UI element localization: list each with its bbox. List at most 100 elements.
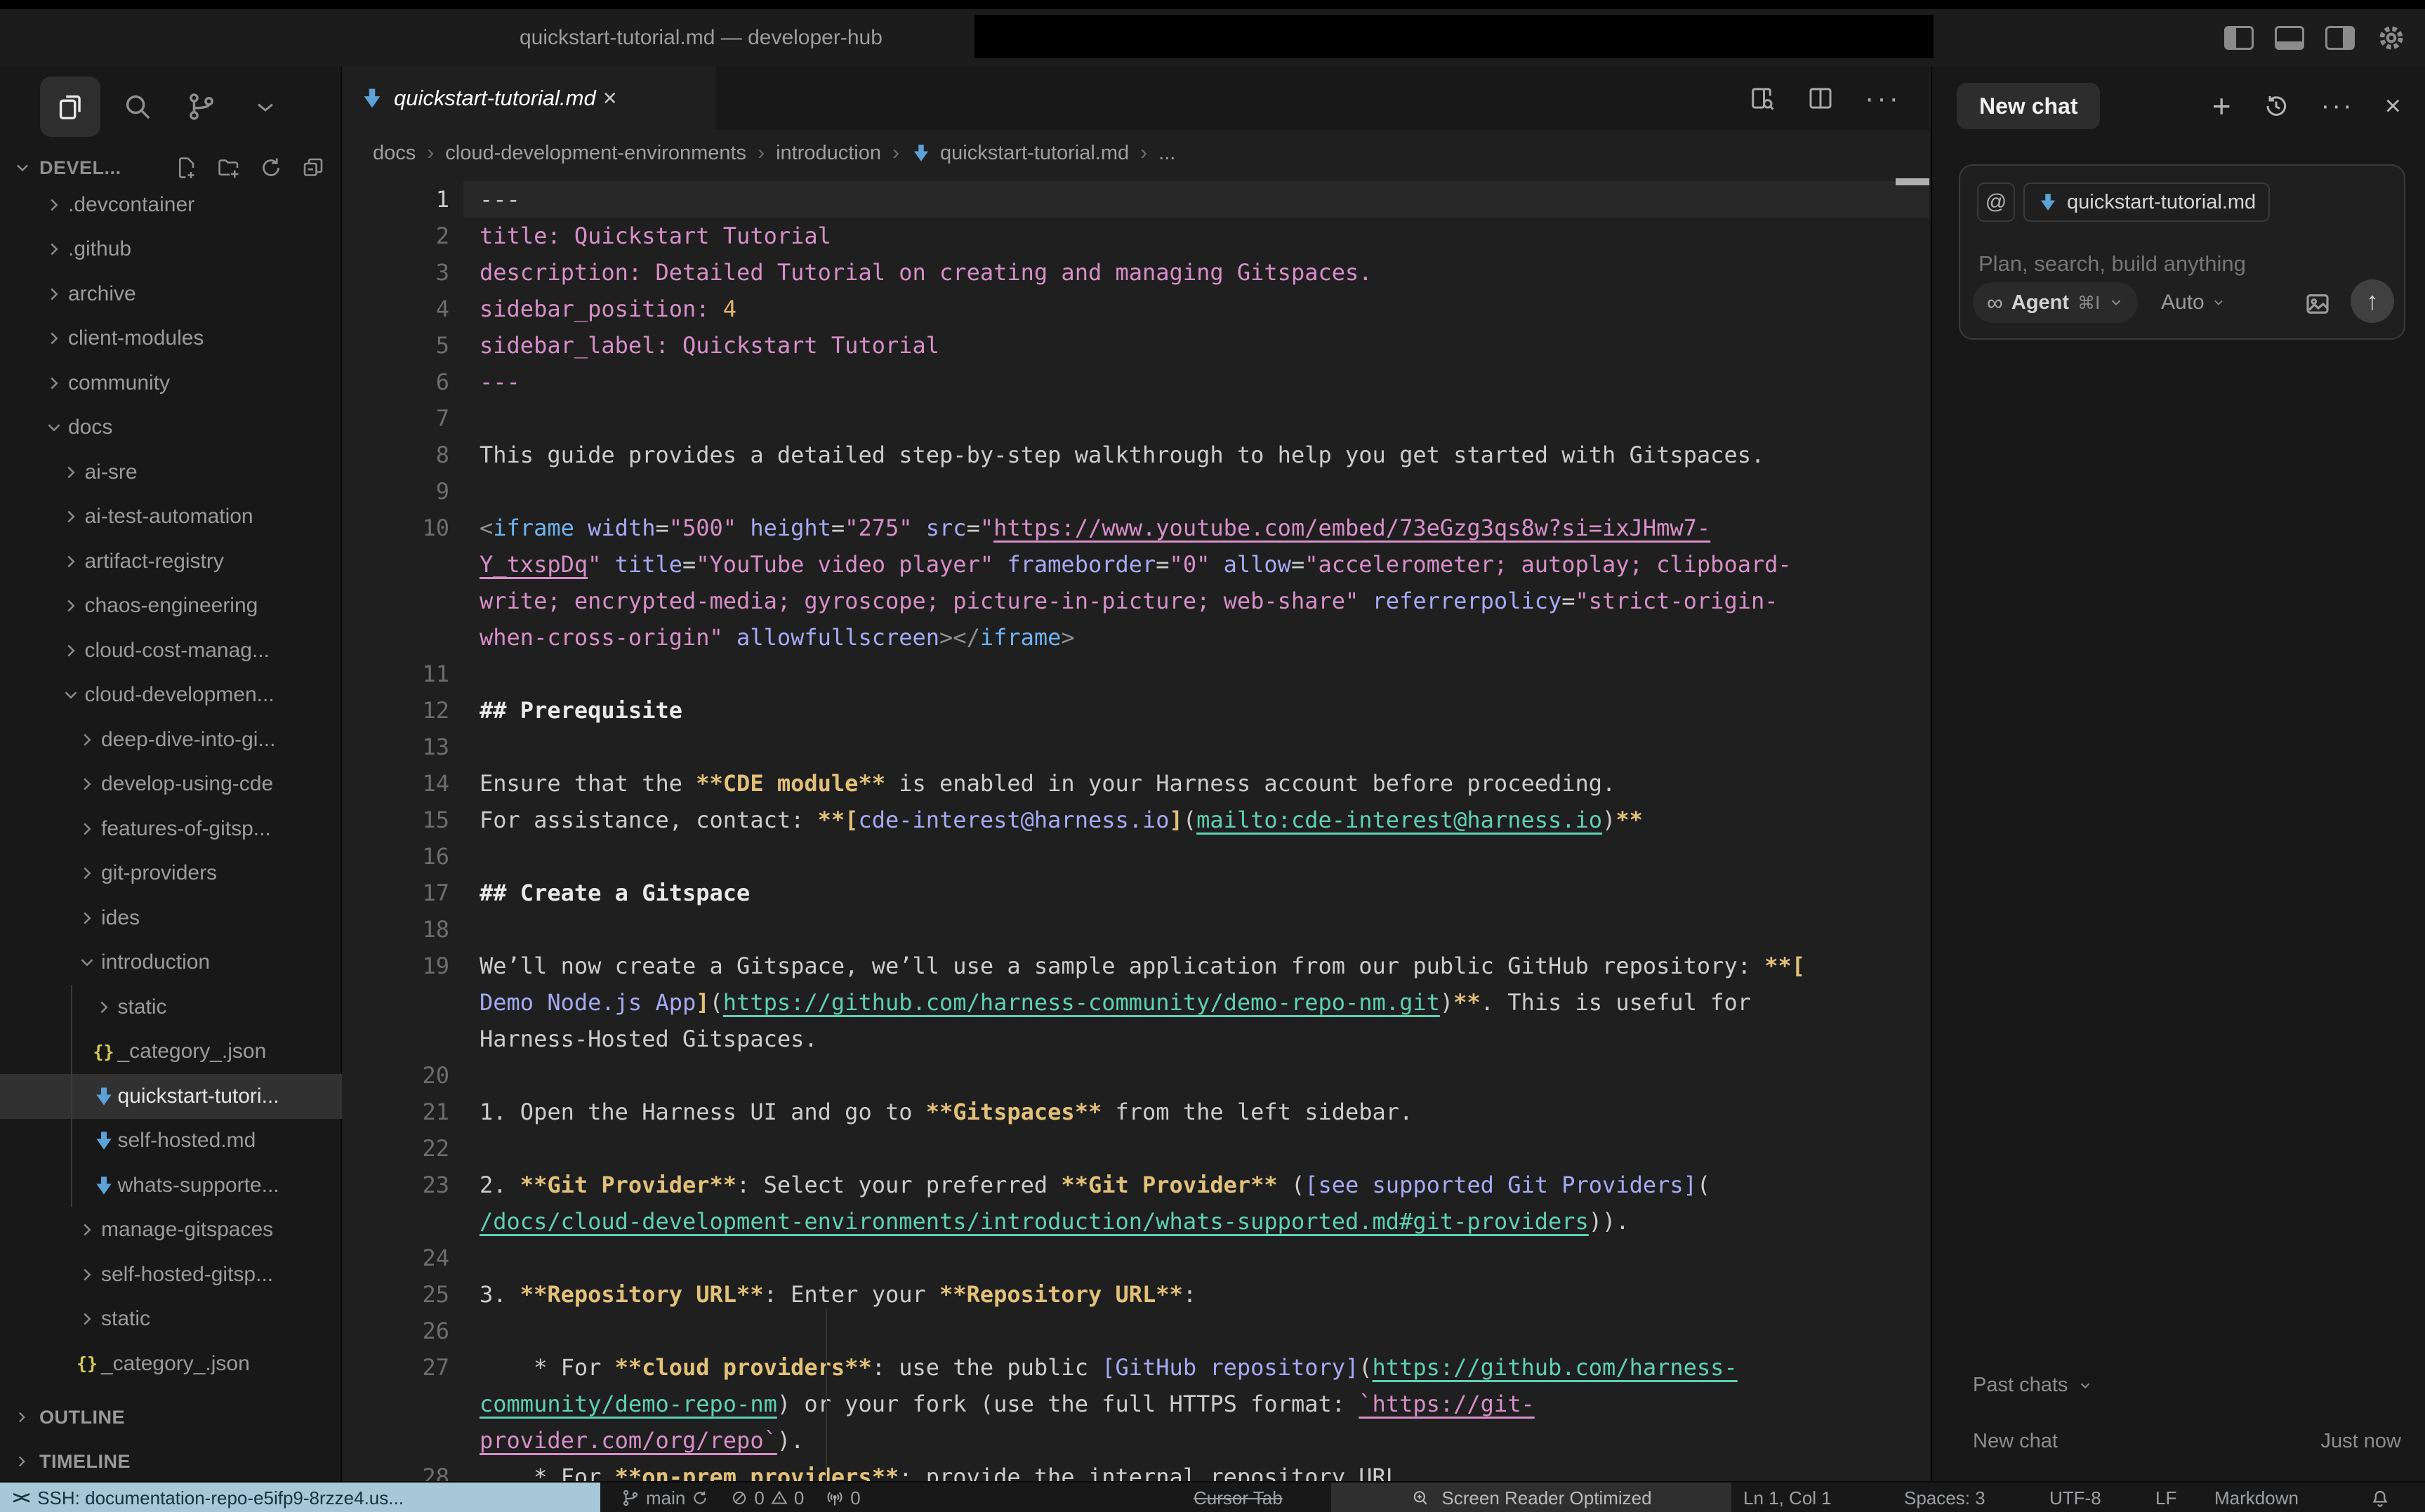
code-line[interactable]: 14Ensure that the ​**CDE module**​ is en… xyxy=(342,765,1929,802)
eol-status[interactable]: LF xyxy=(2155,1483,2176,1512)
notifications-bell-icon[interactable] xyxy=(2370,1488,2391,1512)
chat-history-item[interactable]: New chat Just now xyxy=(1973,1430,2401,1453)
tree-item[interactable]: docs xyxy=(0,406,342,451)
breadcrumb-docs[interactable]: docs xyxy=(373,142,416,165)
code-line[interactable]: 20 xyxy=(342,1057,1929,1094)
history-icon[interactable] xyxy=(2262,92,2290,120)
code-line[interactable]: 253. ​**Repository URL**​: Enter your ​*… xyxy=(342,1276,1929,1313)
chat-input[interactable]: @ quickstart-tutorial.md Plan, search, b… xyxy=(1959,164,2405,340)
tree-item[interactable]: ai-sre xyxy=(0,450,342,495)
toggle-secondary-sidebar-icon[interactable] xyxy=(2325,26,2355,50)
code-line[interactable]: 11 xyxy=(342,656,1929,692)
attach-image-icon[interactable] xyxy=(2303,289,2332,319)
tree-item[interactable]: deep-dive-into-gi... xyxy=(0,717,342,762)
close-tab-icon[interactable]: × xyxy=(603,85,617,112)
agent-mode-selector[interactable]: ∞ Agent ⌘I xyxy=(1973,282,2138,323)
tab-quickstart-tutorial[interactable]: quickstart-tutorial.md × xyxy=(342,67,716,130)
toggle-panel-icon[interactable] xyxy=(2275,26,2304,50)
tree-item[interactable]: introduction xyxy=(0,941,342,986)
code-line[interactable]: 211. Open the Harness UI and go to ​**Gi… xyxy=(342,1094,1929,1130)
tree-item[interactable]: cloud-developmen... xyxy=(0,673,342,718)
collapse-all-icon[interactable] xyxy=(300,155,326,180)
editor[interactable]: 1---2title: Quickstart Tutorial3descript… xyxy=(342,176,1929,1481)
tree-item[interactable]: cloud-cost-manag... xyxy=(0,628,342,673)
more-views-chevron-icon[interactable] xyxy=(235,77,296,137)
context-file-chip[interactable]: quickstart-tutorial.md xyxy=(2023,183,2270,222)
tree-item[interactable]: static xyxy=(0,1297,342,1342)
tree-item[interactable]: .devcontainer xyxy=(0,183,342,227)
code-line[interactable]: 10<​iframe​ ​width​=​"500"​ ​height​=​"2… xyxy=(342,510,1929,656)
encoding-status[interactable]: UTF-8 xyxy=(2049,1483,2101,1512)
sidebar-section-outline[interactable]: OUTLINE xyxy=(0,1395,342,1439)
more-actions-icon[interactable]: ··· xyxy=(1865,91,1901,105)
explorer-icon[interactable] xyxy=(40,77,100,137)
settings-gear-icon[interactable] xyxy=(2376,22,2407,53)
tree-item[interactable]: community xyxy=(0,361,342,406)
code-line[interactable]: 15For assistance, contact: ​**​[​cde-int… xyxy=(342,802,1929,838)
code-line[interactable]: 12## Prerequisite xyxy=(342,692,1929,729)
code-line[interactable]: 28 * For ​**on-prem providers**​: provid… xyxy=(342,1459,1929,1481)
code-line[interactable]: 27 * For ​**cloud providers**​: use the … xyxy=(342,1349,1929,1459)
indentation-status[interactable]: Spaces: 3 xyxy=(1904,1483,1985,1512)
new-folder-icon[interactable] xyxy=(216,155,242,180)
tree-item[interactable]: static xyxy=(0,985,342,1030)
ports-status[interactable]: 0 xyxy=(825,1487,860,1509)
tree-item[interactable]: self-hosted-gitsp... xyxy=(0,1252,342,1297)
code-line[interactable]: 9 xyxy=(342,473,1929,510)
breadcrumb-introduction[interactable]: introduction xyxy=(776,142,881,165)
code-line[interactable]: 18 xyxy=(342,911,1929,948)
code-line[interactable]: 1--- xyxy=(342,181,1929,218)
more-icon[interactable]: ··· xyxy=(2321,101,2354,111)
tree-item[interactable]: client-modules xyxy=(0,317,342,362)
open-preview-icon[interactable] xyxy=(1747,84,1776,113)
source-control-icon[interactable] xyxy=(171,77,232,137)
add-context-button[interactable]: @ xyxy=(1977,183,2015,222)
remote-indicator[interactable]: >< SSH: documentation-repo-e5ifp9-8rzze4… xyxy=(0,1483,600,1512)
tree-item[interactable]: artifact-registry xyxy=(0,539,342,584)
breadcrumb-cde[interactable]: cloud-development-environments xyxy=(445,142,746,165)
code-line[interactable]: 8This guide provides a detailed step-by-… xyxy=(342,437,1929,473)
model-selector[interactable]: Auto xyxy=(2161,282,2226,323)
chat-tab-new-chat[interactable]: New chat xyxy=(1957,83,2100,129)
tree-item[interactable]: archive xyxy=(0,272,342,317)
code-line[interactable]: 6--- xyxy=(342,364,1929,400)
tree-item[interactable]: develop-using-cde xyxy=(0,762,342,807)
code-line[interactable]: 13 xyxy=(342,729,1929,765)
breadcrumb-symbol[interactable]: ... xyxy=(1158,142,1175,165)
cursor-tab-status[interactable]: Cursor Tab xyxy=(1194,1483,1283,1512)
code-line[interactable]: 16 xyxy=(342,838,1929,875)
tree-item[interactable]: quickstart-tutori... xyxy=(0,1074,342,1119)
code-line[interactable]: 4sidebar_position: ​4 xyxy=(342,291,1929,327)
tree-item[interactable]: {}_category_.json xyxy=(0,1030,342,1075)
code-line[interactable]: 19We’ll now create a Gitspace, we’ll use… xyxy=(342,948,1929,1057)
sidebar-section-timeline[interactable]: TIMELINE xyxy=(0,1440,342,1483)
code-line[interactable]: 3description: Detailed Tutorial on creat… xyxy=(342,254,1929,291)
code-line[interactable]: 26 xyxy=(342,1313,1929,1349)
cursor-position-status[interactable]: Ln 1, Col 1 xyxy=(1743,1483,1832,1512)
code-line[interactable]: 7 xyxy=(342,400,1929,437)
code-line[interactable]: 17## Create a Gitspace xyxy=(342,875,1929,911)
tree-item[interactable]: whats-supporte... xyxy=(0,1163,342,1208)
tree-item[interactable]: ides xyxy=(0,896,342,941)
code-line[interactable]: 232. ​**Git Provider**​: Select your pre… xyxy=(342,1167,1929,1240)
send-button[interactable]: ↑ xyxy=(2351,279,2394,323)
new-file-icon[interactable] xyxy=(174,155,199,180)
toggle-primary-sidebar-icon[interactable] xyxy=(2224,26,2254,50)
git-branch-status[interactable]: main xyxy=(621,1487,709,1509)
code-line[interactable]: 24 xyxy=(342,1240,1929,1276)
split-editor-icon[interactable] xyxy=(1806,84,1835,113)
breadcrumb-file[interactable]: quickstart-tutorial.md xyxy=(940,142,1129,165)
screen-reader-status[interactable]: Screen Reader Optimized xyxy=(1331,1483,1731,1512)
new-chat-icon[interactable]: + xyxy=(2212,90,2231,122)
refresh-icon[interactable] xyxy=(258,155,284,180)
code-line[interactable]: 22 xyxy=(342,1130,1929,1167)
tree-item[interactable]: features-of-gitsp... xyxy=(0,807,342,851)
tree-item[interactable]: .github xyxy=(0,227,342,272)
past-chats-toggle[interactable]: Past chats xyxy=(1973,1374,2093,1397)
problems-status[interactable]: 0 0 xyxy=(730,1487,804,1509)
tree-item[interactable]: self-hosted.md xyxy=(0,1119,342,1164)
tree-item[interactable]: chaos-engineering xyxy=(0,584,342,629)
code-line[interactable]: 2title: Quickstart Tutorial xyxy=(342,218,1929,254)
code-line[interactable]: 5sidebar_label: Quickstart Tutorial xyxy=(342,327,1929,364)
search-icon[interactable] xyxy=(107,77,168,137)
